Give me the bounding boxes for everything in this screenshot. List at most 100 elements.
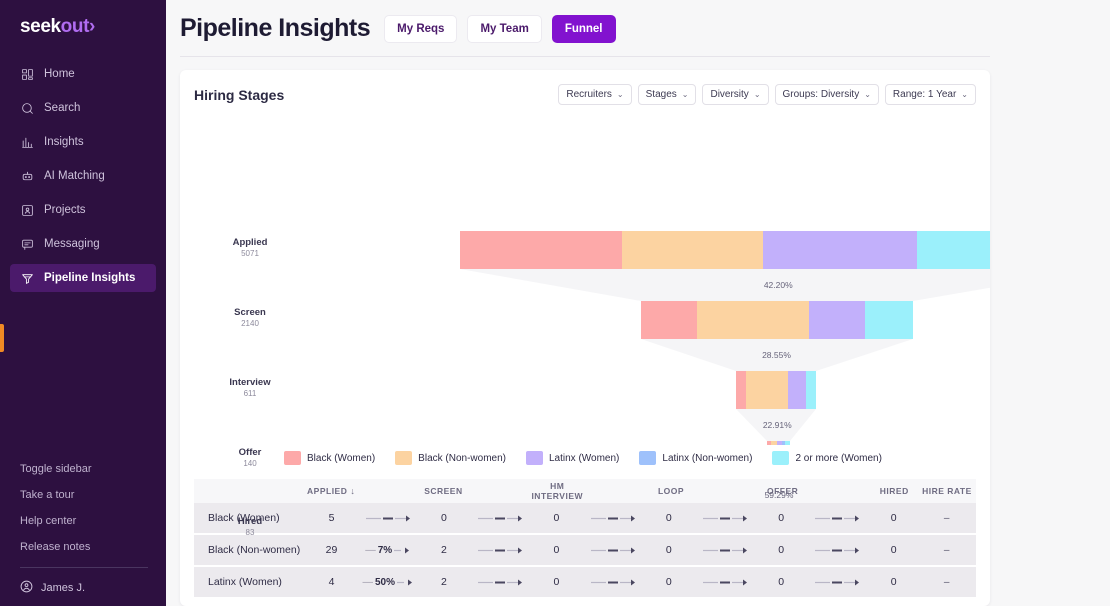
seekout-logo[interactable]: seekout› [0,0,166,38]
cell-screen: 2 [441,544,447,556]
funnel-stage-label-applied: Applied 5071 [205,237,295,259]
th-screen[interactable]: SCREEN [420,486,467,496]
sidebar-user[interactable]: James J. [20,580,166,596]
conversion-rate-0: 42.20% [763,280,793,290]
sort-down-icon: ↓ [350,486,356,496]
filter-groups-diversity[interactable]: Groups: Diversity ⌄ [774,84,879,105]
tab-funnel[interactable]: Funnel [551,14,616,43]
trend-arrow-icon [590,515,635,521]
table-row[interactable]: Black (Non-women) 29 —7% 2 0 0 0 0 – [194,535,976,565]
legend-item[interactable]: Black (Women) [284,451,375,465]
sidebar-item-insights[interactable]: Insights [10,128,156,156]
sidebar-link-take-a-tour[interactable]: Take a tour [20,489,166,501]
table-row[interactable]: Latinx (Women) 4 —50% 2 0 0 0 0 – [194,567,976,597]
sidebar-user-name: James J. [41,582,86,594]
filter-diversity[interactable]: Diversity ⌄ [702,84,769,105]
sidebar-item-projects[interactable]: Projects [10,196,156,224]
search-icon [20,101,34,115]
cell-offer: 0 [778,544,785,556]
cell-offer: 0 [778,512,785,524]
sidebar-link-help-center[interactable]: Help center [20,515,166,527]
sidebar-link-toggle-sidebar[interactable]: Toggle sidebar [20,463,166,475]
trend-cell-5 [805,514,870,523]
sidebar-item-ai-matching[interactable]: AI Matching [10,162,156,190]
legend-item[interactable]: Latinx (Women) [525,451,620,465]
chevron-down-icon: ⌄ [681,90,689,99]
chevron-down-icon: ⌄ [961,90,968,99]
filter-stages[interactable]: Stages ⌄ [637,84,697,105]
logo-text-out: out [60,16,90,37]
tab-my-team[interactable]: My Team [467,14,542,43]
row-group-name: Black (Non-women) [208,544,301,556]
stage-name: Screen [234,307,266,318]
sidebar-item-label: AI Matching [44,170,105,182]
user-circle-icon [20,580,33,596]
sidebar: seekout› Home Search Insights AI Matching Pr… [0,0,166,606]
view-tabs: My Reqs My Team Funnel [384,14,616,43]
sidebar-item-label: Home [44,68,75,80]
cell-hire-rate: – [943,576,950,588]
cell-screen: 2 [441,576,447,588]
th-hire-rate[interactable]: HIRE RATE [918,486,976,496]
legend-label: 2 or more (Women) [795,452,882,464]
trend-percent: 50% [374,576,395,588]
th-hm-interview[interactable]: HM INTERVIEW [531,481,583,501]
filter-recruiters[interactable]: Recruiters ⌄ [558,84,632,105]
tab-my-reqs[interactable]: My Reqs [384,14,458,43]
funnel-stage-label-screen: Screen 2140 [205,307,295,329]
header-divider [180,56,990,57]
grid-icon [20,67,34,81]
cell-hm-interview: 0 [553,544,560,556]
th-hired[interactable]: HIRED [871,486,918,496]
stage-name: Hired [237,516,263,527]
trend-percent: 7% [377,544,393,556]
sidebar-item-pipeline-insights[interactable]: Pipeline Insights [10,264,156,292]
stage-count: 83 [245,527,255,537]
sidebar-item-home[interactable]: Home [10,60,156,88]
trend-arrow-icon [702,547,747,553]
legend-swatch [395,451,413,465]
trend-arrow-icon [702,579,747,585]
cell-loop: 0 [665,576,672,588]
cell-hire-rate: – [943,512,950,524]
trend-cell-3 [580,546,645,555]
stage-count: 140 [243,458,257,468]
legend-item[interactable]: 2 or more (Women) [772,451,882,465]
trend-arrow-icon [815,515,860,521]
filter-range-1-year[interactable]: Range: 1 Year ⌄ [884,84,976,105]
cell-hired: 0 [890,544,897,556]
cell-loop: 0 [665,544,672,556]
legend-label: Latinx (Women) [548,452,620,464]
th-loop[interactable]: LOOP [647,486,694,496]
th-applied[interactable]: APPLIED ↓ [307,486,355,496]
filter-label: Range: 1 Year [892,89,957,100]
stage-count: 611 [243,388,257,398]
cell-loop: 0 [665,512,672,524]
filter-label: Recruiters [566,89,612,100]
bar-chart-icon [20,135,34,149]
legend-item[interactable]: Black (Non-women) [395,451,506,465]
legend-label: Black (Women) [307,452,376,464]
sidebar-link-release-notes[interactable]: Release notes [20,541,166,553]
app-root: seekout› Home Search Insights AI Matching Pr… [0,0,1110,606]
legend-item[interactable]: Latinx (Non-women) [639,451,752,465]
table-header-row: APPLIED ↓ SCREEN HM INTERVIEW LOOP OFFER … [194,479,976,503]
sidebar-item-messaging[interactable]: Messaging [10,230,156,258]
card-title: Hiring Stages [194,86,285,103]
trend-arrow-icon [590,579,635,585]
cell-screen: 0 [441,512,447,524]
table-row[interactable]: Black (Women) 5 0 0 0 0 0– [194,503,976,533]
projects-icon [20,203,34,217]
trend-arrow-icon [815,547,860,553]
sidebar-item-label: Insights [44,136,84,148]
trend-arrow-icon [478,515,523,521]
sidebar-item-label: Projects [44,204,86,216]
breakdown-table: APPLIED ↓ SCREEN HM INTERVIEW LOOP OFFER … [194,479,976,597]
trend-cell-2 [468,514,533,523]
top-bar: Pipeline Insights My Reqs My Team Funnel [166,0,1110,43]
trend-cell-3 [580,578,645,587]
cell-offer: 0 [778,576,785,588]
legend-swatch [772,451,790,465]
stage-count: 5071 [241,248,259,258]
sidebar-item-search[interactable]: Search [10,94,156,122]
